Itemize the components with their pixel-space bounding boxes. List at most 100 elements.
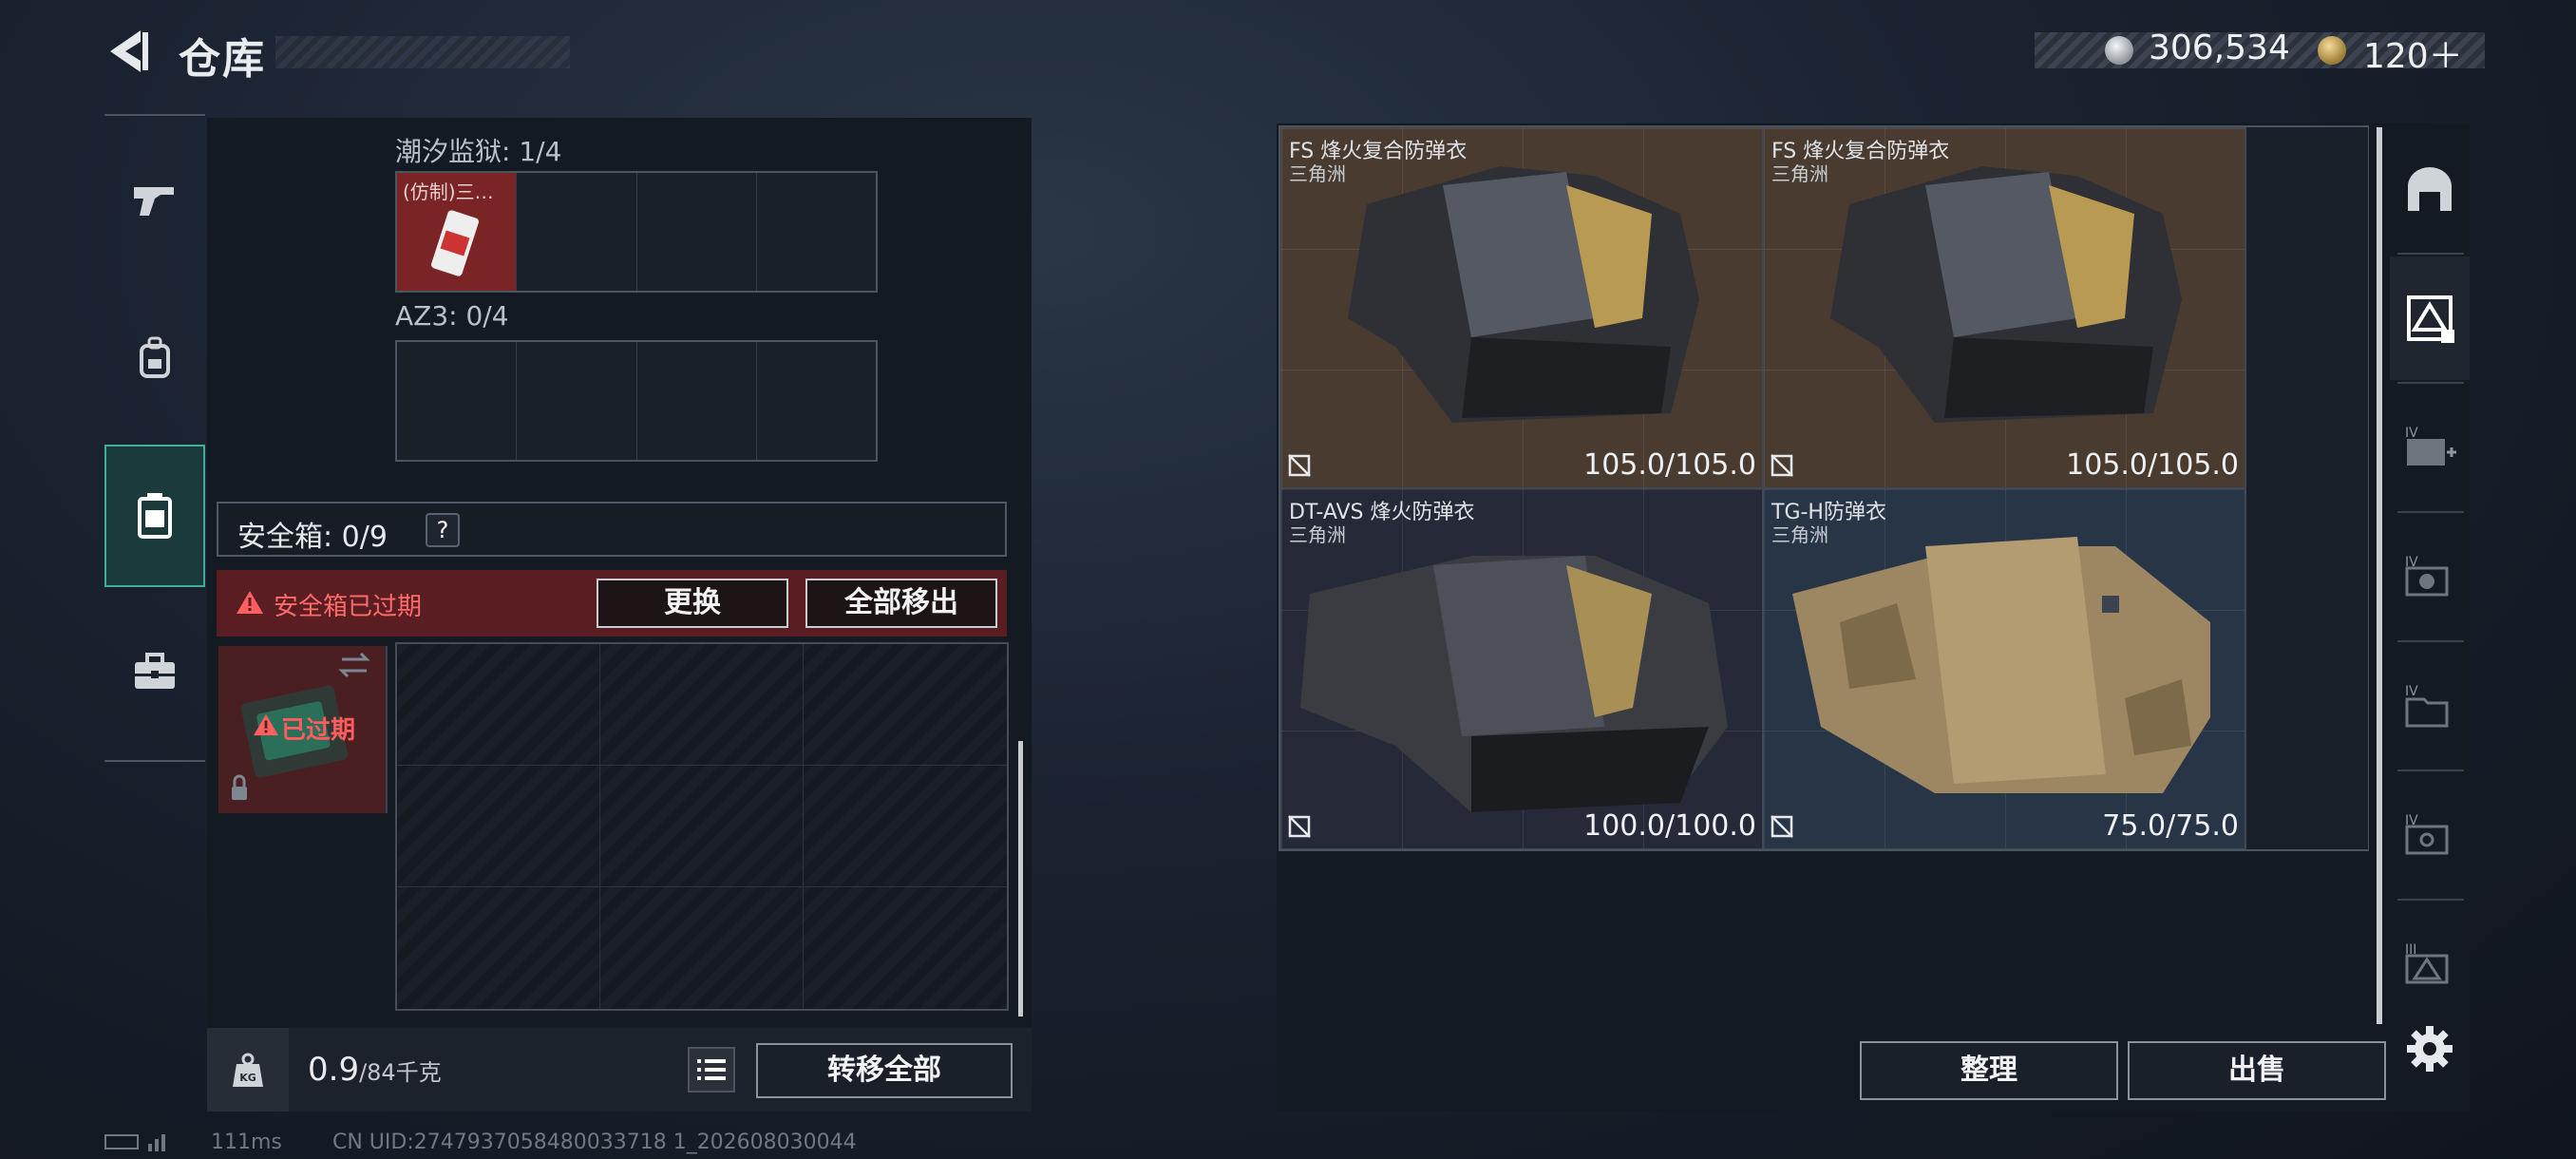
back-arrow-icon [110, 30, 148, 72]
no-repair-icon [1288, 815, 1311, 838]
item-durability: 105.0/105.0 [2066, 448, 2239, 482]
storage-home-icon [2408, 167, 2452, 211]
armor-image [1792, 537, 2210, 793]
az3-grid [395, 340, 878, 462]
replace-button[interactable]: 更换 [597, 579, 788, 628]
storage-tab-armor[interactable] [2390, 256, 2470, 380]
safebox-header: 安全箱: 0/9 ? [217, 502, 1007, 557]
briefcase-icon [135, 653, 175, 689]
back-button[interactable] [104, 27, 152, 76]
keycard-icon [430, 210, 480, 276]
weight-readout: 0.9/84千克 [308, 1051, 442, 1089]
weight-icon-box: KG [207, 1028, 289, 1112]
gold-balance[interactable]: 120＋ [2363, 28, 2463, 78]
item-origin: 三角洲 [1289, 162, 1346, 185]
armor-item[interactable]: FS 烽火复合防弹衣 三角洲 105.0/105.0 [1280, 127, 1763, 488]
signal-icon [148, 1134, 165, 1151]
nav-divider [104, 114, 205, 116]
backpack-icon [140, 336, 170, 378]
nav-equipment[interactable] [104, 287, 205, 429]
warning-icon [237, 591, 263, 614]
svg-text:IV: IV [2405, 426, 2418, 441]
category-nav [104, 114, 205, 762]
safebox-capacity: 安全箱: 0/9 [237, 521, 388, 554]
silver-coin-icon [2105, 36, 2133, 65]
page-title: 仓库 [179, 35, 266, 84]
storage-tab-4[interactable]: IV [2390, 386, 2470, 509]
nav-weapons[interactable] [104, 129, 205, 272]
armor-image [1300, 556, 1728, 812]
storage-tab-7[interactable]: IV [2390, 773, 2470, 897]
nav-safebox[interactable] [104, 445, 205, 587]
storage-tab-icon: IV [2405, 426, 2456, 466]
empty-slot[interactable] [636, 173, 757, 291]
az3-label: AZ3: 0/4 [395, 300, 509, 332]
gear-icon [2407, 1026, 2453, 1072]
list-view-button[interactable] [688, 1047, 735, 1092]
transfer-all-button[interactable]: 转移全部 [756, 1043, 1013, 1098]
left-scrollbar[interactable] [1018, 741, 1023, 1016]
storage-tab-icon: IV [2405, 813, 2449, 855]
warning-icon [254, 713, 278, 736]
storage-tab-icon: IV [2405, 555, 2449, 597]
item-origin: 三角洲 [1771, 523, 1828, 546]
svg-text:KG: KG [239, 1072, 256, 1084]
weight-value: 0.9 [308, 1051, 360, 1089]
empty-slot[interactable] [517, 342, 637, 460]
expired-label: 已过期 [281, 716, 356, 745]
battery-icon [104, 1134, 139, 1150]
sell-button[interactable]: 出售 [2128, 1041, 2386, 1100]
no-repair-icon [1288, 454, 1311, 477]
title-decoration [275, 36, 570, 68]
weight-icon: KG [233, 1053, 263, 1087]
user-uid: CN UID:2747937058480033718 1_20260803004… [332, 1130, 857, 1154]
item-durability: 100.0/100.0 [1583, 809, 1756, 843]
nav-toolbox[interactable] [104, 600, 205, 743]
weight-capacity: /84千克 [359, 1059, 442, 1086]
empty-storage-column[interactable] [2245, 127, 2368, 849]
empty-slot[interactable] [756, 342, 876, 460]
armor-item[interactable]: DT-AVS 烽火防弹衣 三角洲 100.0/100.0 [1280, 488, 1763, 849]
item-durability: 105.0/105.0 [1583, 448, 1756, 482]
armor-item[interactable]: TG-H防弹衣 三角洲 75.0/75.0 [1763, 488, 2245, 849]
no-repair-icon [1771, 454, 1793, 477]
safebox-grid[interactable] [395, 642, 1009, 1011]
armor-item[interactable]: FS 烽火复合防弹衣 三角洲 105.0/105.0 [1763, 127, 2245, 488]
ping-readout: 111ms [211, 1130, 282, 1154]
safebox-card[interactable]: 已过期 [218, 646, 388, 813]
nav-divider [104, 760, 205, 762]
move-all-out-button[interactable]: 全部移出 [805, 579, 997, 628]
item-origin: 三角洲 [1289, 523, 1346, 546]
settings-button[interactable] [2403, 1022, 2456, 1075]
tidy-button[interactable]: 整理 [1860, 1041, 2118, 1100]
storage-tab-icon: III [2405, 942, 2449, 984]
right-scrollbar[interactable] [2377, 127, 2382, 1024]
storage-tab-5[interactable]: IV [2390, 515, 2470, 638]
item-durability: 75.0/75.0 [2102, 809, 2239, 843]
armor-image [1348, 166, 1699, 423]
storage-tab-8[interactable]: III [2390, 902, 2470, 1026]
list-icon [697, 1059, 726, 1080]
tidal-prison-grid: (仿制)三… [395, 171, 878, 293]
silver-balance: 306,534 [2149, 28, 2290, 67]
item-label: (仿制)三… [403, 180, 494, 203]
no-repair-icon [1771, 815, 1793, 838]
svg-text:IV: IV [2405, 684, 2418, 699]
empty-slot[interactable] [517, 173, 637, 291]
gold-coin-icon [2318, 36, 2346, 65]
gun-icon [134, 187, 174, 216]
storage-tab-home[interactable] [2390, 127, 2470, 251]
safebox-icon [138, 493, 172, 539]
storage-tabs: IV IV IV IV III [2390, 127, 2470, 984]
armor-image [1830, 166, 2182, 423]
empty-slot[interactable] [397, 342, 518, 460]
inventory-item[interactable]: (仿制)三… [397, 173, 518, 291]
storage-tab-icon: IV [2405, 684, 2449, 728]
empty-slot[interactable] [756, 173, 876, 291]
weight-bar: KG 0.9/84千克 转移全部 [207, 1028, 1032, 1112]
empty-slot[interactable] [636, 342, 757, 460]
expired-warning-bar: 安全箱已过期 更换 全部移出 [217, 570, 1007, 636]
expired-text: 安全箱已过期 [274, 593, 423, 621]
help-button[interactable]: ? [426, 513, 460, 547]
storage-tab-6[interactable]: IV [2390, 644, 2470, 768]
